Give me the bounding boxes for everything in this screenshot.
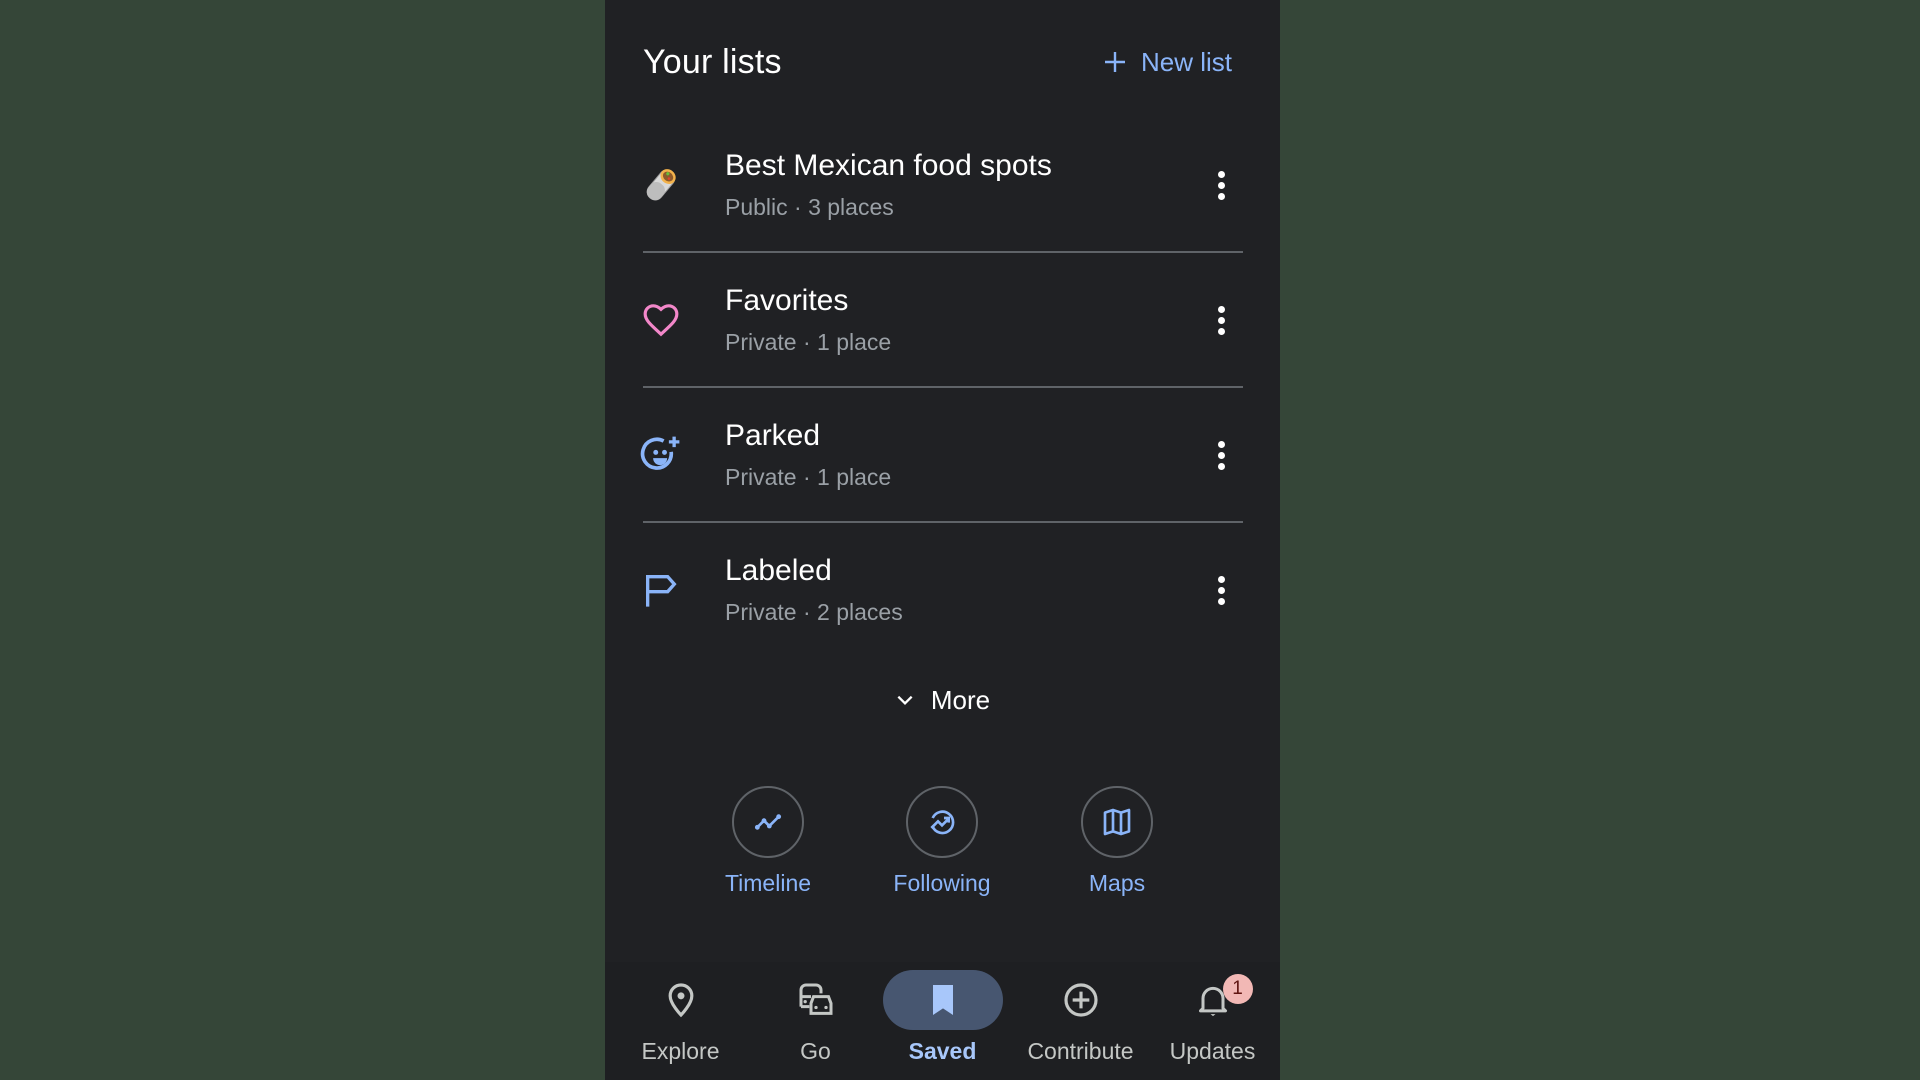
more-options-icon[interactable] (1201, 434, 1241, 476)
following-icon (930, 810, 955, 835)
heart-icon (640, 299, 682, 341)
nav-label: Explore (641, 1038, 720, 1064)
new-list-label: New list (1140, 47, 1232, 77)
lists: Best Mexican food spots Public · 3 place… (605, 118, 1280, 658)
list-meta: Public · 3 places (725, 194, 894, 220)
following-button[interactable]: Following (872, 786, 1012, 898)
smiley-add-icon (640, 434, 682, 476)
page-title: Your lists (643, 43, 782, 81)
nav-updates[interactable]: 1 Updates (1145, 970, 1280, 1070)
list-name: Favorites (725, 284, 849, 317)
list-name: Best Mexican food spots (725, 149, 1052, 182)
timeline-button[interactable]: Timeline (698, 786, 838, 898)
list-item[interactable]: Labeled Private · 2 places (605, 523, 1280, 658)
chevron-down-icon (897, 695, 913, 705)
map-icon (1103, 808, 1131, 836)
more-options-icon[interactable] (1201, 299, 1241, 341)
shortcut-label: Maps (1088, 870, 1146, 896)
nav-label: Updates (1169, 1038, 1256, 1064)
header: Your lists New list (605, 0, 1280, 120)
maps-button[interactable]: Maps (1047, 786, 1187, 898)
list-meta: Private · 1 place (725, 329, 892, 355)
list-name: Labeled (725, 554, 832, 587)
list-meta: Private · 1 place (725, 464, 892, 490)
nav-label: Saved (908, 1038, 977, 1064)
timeline-icon (754, 814, 782, 830)
nav-label: Go (800, 1038, 831, 1064)
burrito-icon (640, 164, 682, 206)
more-label: More (930, 685, 991, 715)
nav-explore[interactable]: Explore (613, 970, 748, 1070)
shortcut-label: Timeline (724, 870, 812, 896)
list-meta: Private · 2 places (725, 599, 903, 625)
list-item[interactable]: Best Mexican food spots Public · 3 place… (605, 118, 1280, 253)
add-circle-icon (1063, 983, 1098, 1017)
shortcut-label: Following (893, 870, 991, 896)
more-button[interactable]: More (605, 682, 1280, 718)
nav-label: Contribute (1027, 1038, 1134, 1064)
nav-go[interactable]: Go (748, 970, 883, 1070)
more-options-icon[interactable] (1201, 164, 1241, 206)
nav-saved[interactable]: Saved (875, 970, 1010, 1070)
list-item[interactable]: Parked Private · 1 place (605, 388, 1280, 523)
list-name: Parked (725, 419, 821, 452)
new-list-button[interactable]: New list (1103, 44, 1232, 80)
location-pin-icon (668, 983, 693, 1018)
more-options-icon[interactable] (1201, 569, 1241, 611)
commute-icon (799, 983, 832, 1015)
flag-icon (640, 569, 682, 611)
list-item[interactable]: Favorites Private · 1 place (605, 253, 1280, 388)
bookmark-icon (932, 985, 953, 1015)
bottom-navigation: Explore Go Saved Contribute 1 Updates (605, 962, 1280, 1080)
notification-badge: 1 (1222, 974, 1253, 1004)
shortcuts: Timeline Following Maps (605, 786, 1280, 906)
plus-icon (1104, 52, 1125, 72)
nav-contribute[interactable]: Contribute (1013, 970, 1148, 1070)
saved-screen: Your lists New list Best Mexican food sp… (605, 0, 1280, 1080)
